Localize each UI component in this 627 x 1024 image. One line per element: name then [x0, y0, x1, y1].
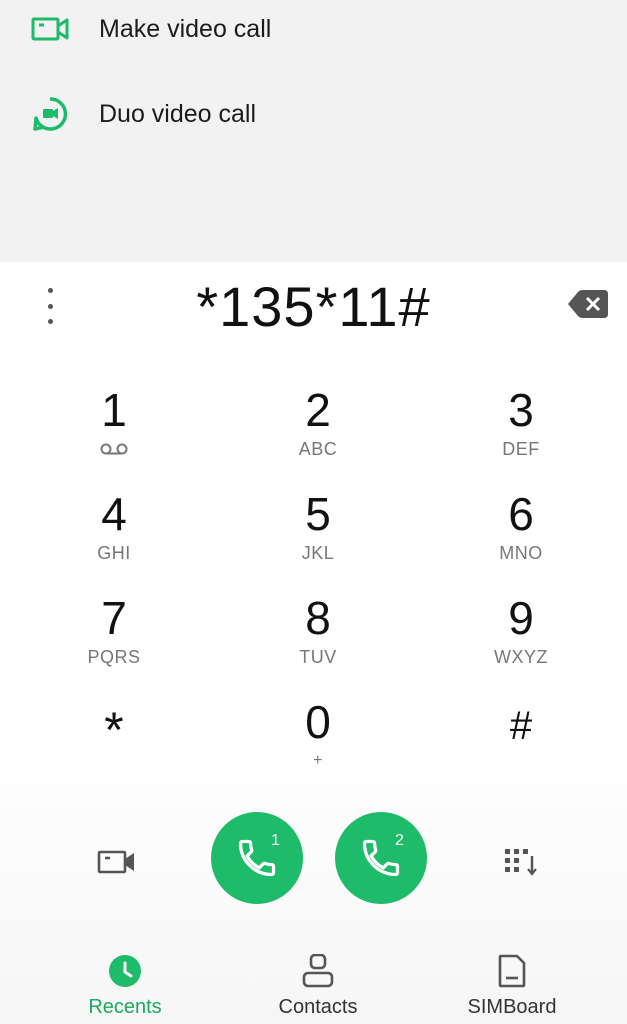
- make-video-call-row[interactable]: Make video call: [0, 0, 627, 64]
- video-call-button[interactable]: [92, 842, 142, 882]
- key-digit: 0: [305, 696, 331, 748]
- sim-card-icon: [498, 954, 526, 988]
- nav-label: Recents: [88, 996, 162, 1018]
- key-letters: WXYZ: [494, 647, 548, 667]
- duo-icon: [30, 97, 70, 131]
- key-digit: 3: [508, 384, 534, 436]
- key-digit: 9: [508, 592, 534, 644]
- key-2[interactable]: 2 ABC: [233, 384, 403, 480]
- nav-recents[interactable]: Recents: [45, 954, 205, 1024]
- nav-label: SIMBoard: [467, 996, 557, 1018]
- backspace-icon: [568, 290, 608, 318]
- nav-label: Contacts: [278, 996, 358, 1018]
- key-1[interactable]: 1: [29, 384, 199, 480]
- key-3[interactable]: 3 DEF: [436, 384, 606, 480]
- dot: [47, 288, 53, 293]
- key-letters: GHI: [97, 543, 131, 563]
- key-letters: MNO: [499, 543, 543, 563]
- key-digit: #: [509, 704, 533, 748]
- clock-icon: [109, 955, 141, 987]
- sim-number: 2: [395, 832, 404, 849]
- hide-keypad-button[interactable]: [500, 844, 540, 880]
- key-digit: 6: [508, 488, 534, 540]
- key-digit: 2: [305, 384, 331, 436]
- key-digit: 1: [101, 384, 127, 436]
- key-digit: 7: [101, 592, 127, 644]
- person-icon: [302, 954, 334, 988]
- video-camera-icon: [97, 850, 134, 874]
- dot: [47, 319, 53, 324]
- key-4[interactable]: 4 GHI: [29, 488, 199, 584]
- key-digit: 5: [305, 488, 331, 540]
- backspace-button[interactable]: [566, 288, 610, 320]
- key-digit: 8: [305, 592, 331, 644]
- nav-contacts[interactable]: Contacts: [238, 954, 398, 1024]
- key-letters: TUV: [299, 647, 337, 667]
- more-options-button[interactable]: [36, 284, 64, 328]
- dialer-panel: *135*11# 1 2 ABC 3 DEF 4 GHI 5 JKL 6 MNO…: [0, 262, 627, 1024]
- call-options: Make video call Duo video call: [0, 0, 627, 262]
- dialed-number[interactable]: *135*11#: [120, 272, 507, 342]
- key-6[interactable]: 6 MNO: [436, 488, 606, 584]
- sim-number: 1: [271, 832, 280, 849]
- duo-video-call-row[interactable]: Duo video call: [0, 79, 627, 149]
- key-0[interactable]: 0 +: [233, 696, 403, 792]
- key-letters: DEF: [502, 439, 540, 459]
- key-digit: 4: [101, 488, 127, 540]
- key-digit: *: [104, 702, 124, 758]
- video-camera-icon: [30, 12, 70, 46]
- dialpad-icon: [505, 849, 537, 876]
- key-hash[interactable]: #: [436, 700, 606, 796]
- call-sim1-button[interactable]: 1: [211, 812, 303, 904]
- make-video-call-label: Make video call: [99, 14, 272, 43]
- dot: [47, 303, 53, 309]
- key-letters: PQRS: [87, 647, 141, 667]
- key-star[interactable]: *: [29, 700, 199, 796]
- key-9[interactable]: 9 WXYZ: [436, 592, 606, 688]
- key-5[interactable]: 5 JKL: [233, 488, 403, 584]
- call-sim2-button[interactable]: 2: [335, 812, 427, 904]
- duo-video-call-label: Duo video call: [99, 99, 257, 128]
- nav-simboard[interactable]: SIMBoard: [432, 954, 592, 1024]
- key-letters: JKL: [301, 543, 335, 563]
- key-letters: ABC: [298, 439, 338, 459]
- key-8[interactable]: 8 TUV: [233, 592, 403, 688]
- voicemail-icon: [100, 442, 128, 460]
- key-letters: +: [313, 752, 323, 769]
- key-7[interactable]: 7 PQRS: [29, 592, 199, 688]
